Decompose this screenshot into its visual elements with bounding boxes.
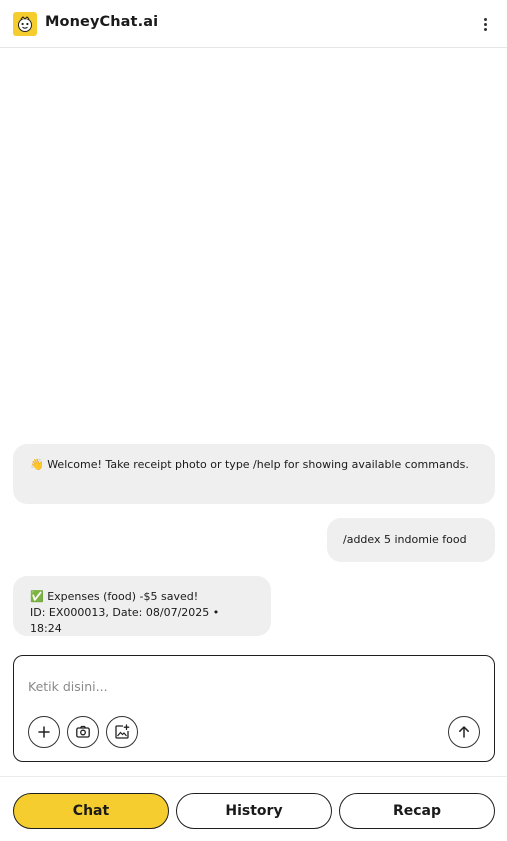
message-line-1: Expenses (food) -$5 saved! [47,590,199,603]
plus-icon [38,726,50,738]
app-header: MoneyChat.ai [0,0,507,48]
app-title: MoneyChat.ai [45,14,159,30]
bot-message-welcome: 👋 Welcome! Take receipt photo or type /h… [13,444,495,504]
tab-history[interactable]: History [176,793,332,829]
check-emoji-icon: ✅ [30,590,44,603]
message-input[interactable] [28,676,468,696]
tab-chat[interactable]: Chat [13,793,169,829]
message-composer [13,655,495,762]
message-text: /addex 5 indomie food [343,533,467,546]
wave-emoji-icon: 👋 [30,458,44,471]
camera-icon [76,725,90,738]
send-button[interactable] [448,716,480,748]
add-image-icon [115,724,130,739]
tab-recap[interactable]: Recap [339,793,495,829]
monkey-logo-icon [18,16,32,32]
kebab-menu-icon[interactable] [477,16,493,32]
app-logo [13,12,37,36]
bottom-navigation: Chat History Recap [0,776,507,841]
attach-button[interactable] [28,716,60,748]
add-image-button[interactable] [106,716,138,748]
user-message: /addex 5 indomie food [327,518,495,562]
camera-button[interactable] [67,716,99,748]
chat-area: 👋 Welcome! Take receipt photo or type /h… [0,48,507,648]
message-text: Welcome! Take receipt photo or type /hel… [47,458,469,471]
message-line-2: ID: EX000013, Date: 08/07/2025 • 18:24 [30,606,220,635]
bot-message-confirmation: ✅ Expenses (food) -$5 saved! ID: EX00001… [13,576,271,636]
send-arrow-icon [459,726,469,738]
